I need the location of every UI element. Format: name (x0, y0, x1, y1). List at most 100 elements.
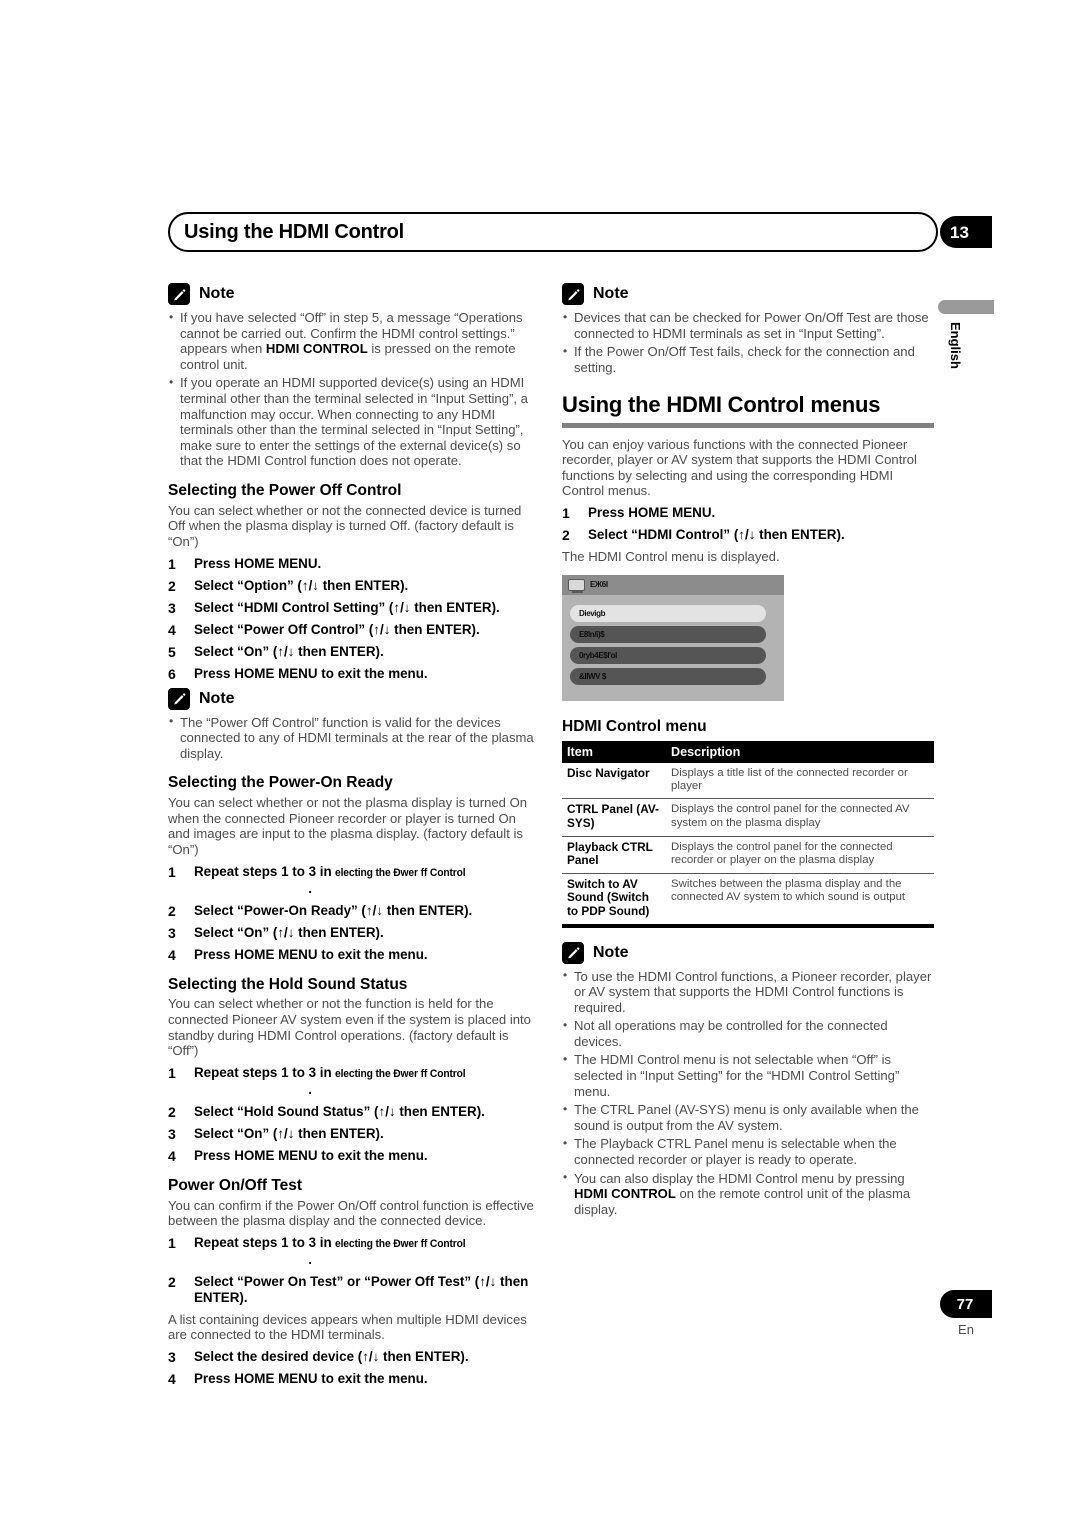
running-head: Using the HDMI Control (168, 212, 938, 252)
step-item: 4 Select “Power Off Control” (↑/↓ then EN… (168, 621, 480, 638)
osd-titlebar: ЕЖ6І (562, 574, 784, 595)
step-item: 2 Select “Hold Sound Status” (↑/↓ then EN… (168, 1103, 485, 1120)
page-language-code: En (958, 1322, 974, 1337)
note-label: Note (199, 689, 235, 707)
step-trailing-dot: . (308, 1081, 312, 1097)
note-bullet-list: Devices that can be checked for Power On… (562, 309, 934, 375)
table-row: Disc Navigator Displays a title list of … (562, 762, 934, 800)
steps-power-off-control: 1 Press HOME MENU. 2 Select “Option” (↑/↓ … (168, 556, 540, 682)
section-heading-power-on-ready: Selecting the Power-On Ready (168, 774, 393, 792)
table-header-row: Item Description (562, 740, 934, 763)
step-item: 2 Select “Power-On Ready” (↑/↓ then ENTER… (168, 902, 473, 919)
note-header: Note (168, 687, 540, 710)
osd-menu-item: 0ryb4E$l'ol (570, 646, 766, 664)
steps-hold-sound-status: 1 Repeat steps 1 to 3 in electing the Đwe… (168, 1065, 540, 1164)
section-body: You can confirm if the Power On/Off cont… (168, 1197, 534, 1229)
steps-power-test-tail: 3 Select the desired device (↑/↓ then ENT… (168, 1349, 540, 1387)
note-bullet: If the Power On/Off Test fails, check fo… (562, 344, 934, 375)
pencil-icon (168, 283, 190, 305)
osd-menu-item: E8ln/i)$ (570, 625, 766, 643)
column-header-description: Description (666, 740, 934, 763)
osd-menu-item: Dievigb (570, 604, 766, 622)
step-item: 1 Press HOME MENU. (168, 555, 322, 572)
section-body: You can select whether or not the connec… (168, 502, 522, 549)
language-tab-marker (938, 300, 994, 314)
step-item: 1 Repeat steps 1 to 3 in electing the Đwe… (168, 1064, 466, 1097)
step-item: 5 Select “On” (↑/↓ then ENTER). (168, 643, 384, 660)
steps-hdmi-control-menus: 1 Press HOME MENU. 2 Select “HDMI Control”… (562, 505, 934, 543)
step-item: 6 Press HOME MENU to exit the menu. (168, 665, 428, 682)
manual-page: Using the HDMI Control 13 English Note I… (0, 0, 1080, 1528)
pencil-icon (562, 283, 584, 305)
note-header: Note (562, 941, 934, 964)
steps-power-on-ready: 1 Repeat steps 1 to 3 in electing the Đwe… (168, 864, 540, 963)
note-bullet: The Playback CTRL Panel menu is selectab… (562, 1136, 934, 1167)
osd-title-text: ЕЖ6І (590, 580, 608, 590)
note-bullet-list: If you have selected “Off” in step 5, a … (168, 309, 540, 469)
osd-item-list: Dievigb E8ln/i)$ 0ryb4E$l'ol &IIWV $ (562, 595, 784, 685)
cell-item: Playback CTRL Panel (562, 836, 666, 874)
step-item: 3 Select the desired device (↑/↓ then ENT… (168, 1348, 469, 1365)
steps-power-test: 1 Repeat steps 1 to 3 in electing the Đwe… (168, 1235, 540, 1306)
display-icon (568, 578, 585, 593)
section-heading-hold-sound-status: Selecting the Hold Sound Status (168, 975, 408, 993)
note-label: Note (199, 285, 235, 302)
page-number-badge: 77 (940, 1290, 992, 1318)
step-item: 3 Select “On” (↑/↓ then ENTER). (168, 1125, 384, 1142)
step-item: 1 Press HOME MENU. (562, 504, 716, 521)
pencil-icon (562, 941, 584, 964)
step-item: 2 Select “Option” (↑/↓ then ENTER). (168, 577, 409, 594)
note-bullet: The CTRL Panel (AV-SYS) menu is only ava… (562, 1102, 934, 1133)
step-glitch-text: electing the Đwer ff Control (335, 1067, 466, 1080)
osd-menu-item: &IIWV $ (570, 667, 766, 685)
emphasis: HDMI CONTROL (574, 1186, 676, 1202)
step-item: 4 Press HOME MENU to exit the menu. (168, 1370, 428, 1387)
pencil-icon (168, 687, 190, 710)
section-heading-power-test: Power On/Off Test (168, 1176, 303, 1194)
osd-screenshot-illustration: ЕЖ6І Dievigb E8ln/i)$ 0ryb4E$l'ol &IIWV … (562, 574, 784, 701)
section-body: You can select whether or not the plasma… (168, 795, 528, 857)
cell-item: Disc Navigator (562, 762, 666, 800)
note-bullet: You can also display the HDMI Control me… (562, 1170, 934, 1218)
step-item: 3 Select “On” (↑/↓ then ENTER). (168, 924, 384, 941)
step-glitch-text: electing the Đwer ff Control (335, 1237, 466, 1250)
note-header: Note (168, 283, 540, 305)
cell-description: Displays the control panel for the conne… (666, 836, 934, 874)
section-body: The HDMI Control menu is displayed. (562, 548, 780, 564)
hdmi-control-menu-table: Item Description Disc Navigator Displays… (562, 740, 934, 928)
section-body: You can select whether or not the functi… (168, 996, 531, 1059)
table-title: HDMI Control menu (562, 717, 707, 735)
section-body: A list containing devices appears when m… (168, 1311, 527, 1343)
table-row: Playback CTRL Panel Displays the control… (562, 836, 934, 874)
emphasis: HDMI CONTROL (265, 341, 368, 357)
note-bullet: If you operate an HDMI supported device(… (168, 375, 540, 469)
step-item: 1 Repeat steps 1 to 3 in electing the Đwe… (168, 1234, 466, 1267)
cell-item: CTRL Panel (AV-SYS) (562, 798, 666, 837)
note-bullet: The HDMI Control menu is not selectable … (562, 1052, 934, 1099)
cell-description: Switches between the plasma display and … (666, 873, 934, 928)
note-bullet: If you have selected “Off” in step 5, a … (168, 309, 540, 372)
column-header-item: Item (562, 740, 666, 763)
note-header: Note (562, 283, 934, 305)
step-item: 4 Press HOME MENU to exit the menu. (168, 1147, 428, 1164)
step-item: 1 Repeat steps 1 to 3 in electing the Đwe… (168, 863, 466, 896)
heading-rule (562, 422, 934, 428)
section-heading-hdmi-control-menus: Using the HDMI Control menus (562, 392, 881, 418)
note-bullet-list: To use the HDMI Control functions, a Pio… (562, 968, 934, 1218)
cell-item: Switch to AV Sound (Switch to PDP Sound) (562, 873, 666, 928)
language-tab-label: English (948, 322, 963, 369)
note-bullet-list: The “Power Off Control” function is vali… (168, 714, 540, 762)
step-glitch-text: electing the Đwer ff Control (335, 866, 466, 879)
note-bullet: To use the HDMI Control functions, a Pio… (562, 968, 934, 1016)
step-item: 2 Select “Power On Test” or “Power Off Te… (168, 1273, 529, 1305)
right-column: Note Devices that can be checked for Pow… (562, 283, 934, 1220)
step-item: 2 Select “HDMI Control” (↑/↓ then ENTER). (562, 526, 845, 543)
table-row: CTRL Panel (AV-SYS) Displays the control… (562, 798, 934, 837)
table-row: Switch to AV Sound (Switch to PDP Sound)… (562, 873, 934, 928)
note-bullet: The “Power Off Control” function is vali… (168, 714, 540, 762)
cell-description: Displays a title list of the connected r… (666, 762, 934, 800)
section-body: You can enjoy various functions with the… (562, 436, 917, 499)
step-trailing-dot: . (308, 880, 312, 896)
step-item: 4 Press HOME MENU to exit the menu. (168, 946, 428, 963)
chapter-number-badge: 13 (940, 216, 992, 248)
